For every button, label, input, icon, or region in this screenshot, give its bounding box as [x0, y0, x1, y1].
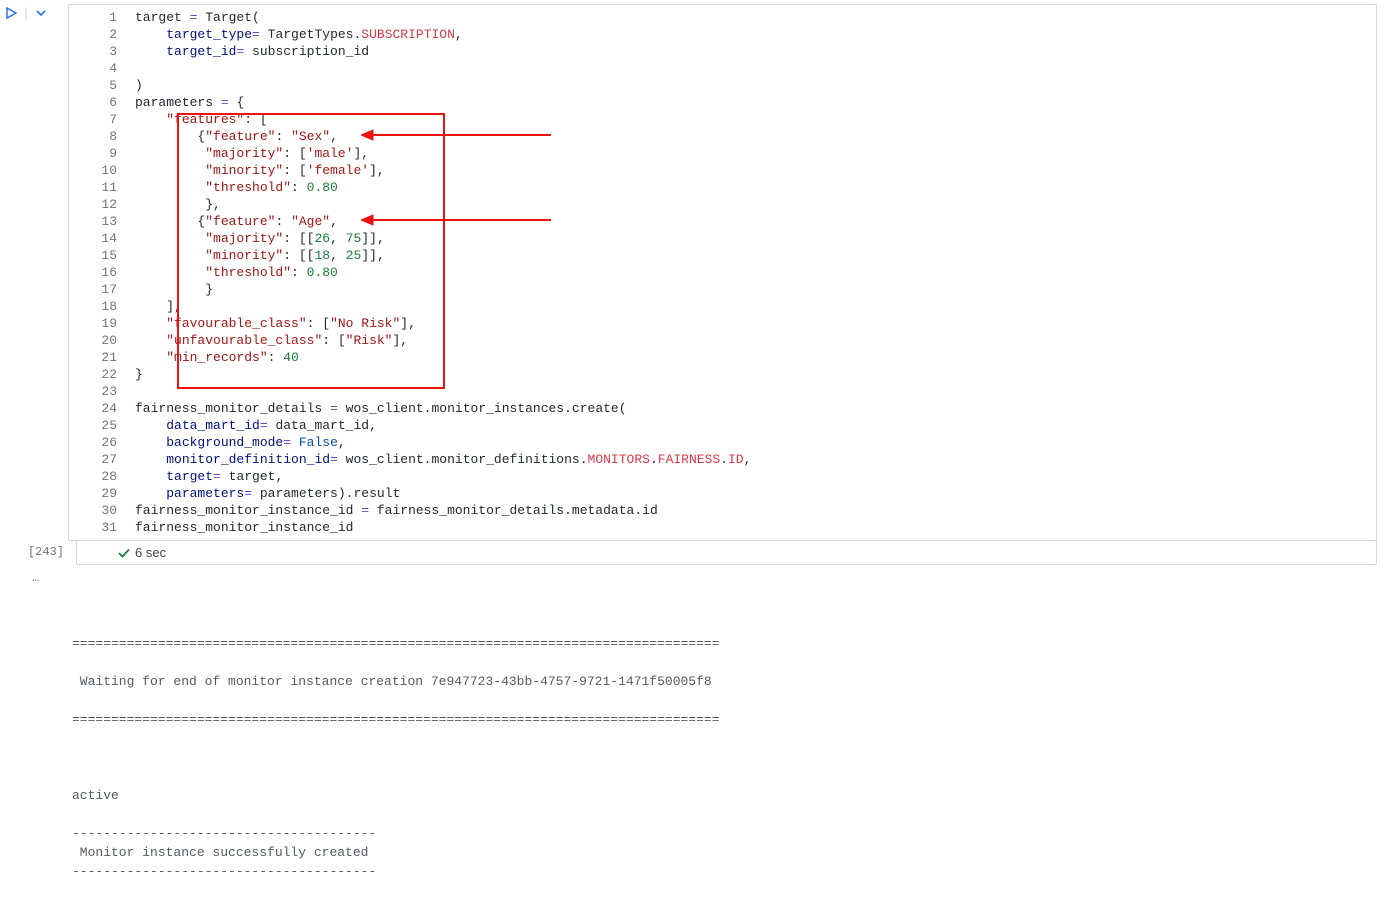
code-line: 1 target = Target(: [69, 9, 1376, 26]
divider: |: [22, 6, 30, 21]
notebook: | 1 target = Target( 2 target_type= Targ…: [0, 0, 1397, 900]
exec-count: [243]: [0, 545, 76, 559]
exec-status: 6 sec: [77, 545, 166, 560]
output-line: ========================================…: [72, 636, 720, 651]
exec-bar: 6 sec: [76, 540, 1377, 565]
exec-row: [243] 6 sec: [0, 545, 1397, 569]
code-block: 1 target = Target( 2 target_type= Target…: [69, 5, 1376, 540]
line-number: 1: [69, 9, 135, 26]
output-line: ---------------------------------------: [72, 826, 376, 841]
exec-time: 6 sec: [135, 545, 166, 560]
output-line: active: [72, 788, 119, 803]
chevron-down-icon[interactable]: [34, 6, 48, 20]
output-line: Waiting for end of monitor instance crea…: [72, 674, 712, 689]
code-cell: | 1 target = Target( 2 target_type= Targ…: [0, 0, 1397, 545]
output-line: ========================================…: [72, 712, 720, 727]
run-icon[interactable]: [4, 6, 18, 20]
cell-gutter: |: [0, 0, 68, 21]
check-icon: [117, 546, 131, 560]
code-input[interactable]: 1 target = Target( 2 target_type= Target…: [68, 4, 1377, 541]
collapsed-output-indicator[interactable]: …: [0, 569, 1397, 595]
output-line: ---------------------------------------: [72, 864, 376, 879]
output-line: Monitor instance successfully created: [72, 845, 376, 860]
cell-output: ========================================…: [72, 615, 1377, 900]
